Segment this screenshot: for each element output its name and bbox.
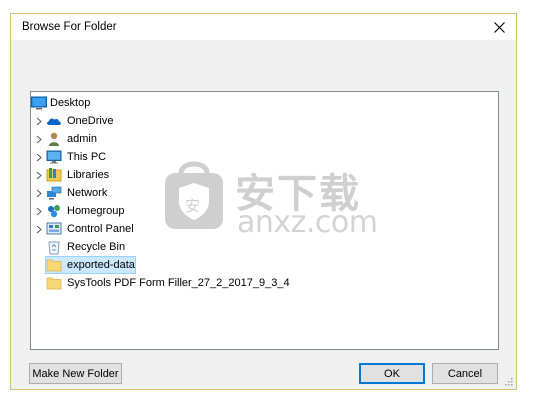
chevron-right-icon (36, 171, 42, 179)
ok-label: OK (384, 367, 400, 380)
cloud-icon (47, 118, 61, 125)
tree-item-desktop[interactable]: Desktop (31, 94, 498, 112)
desktop-icon (31, 96, 47, 110)
tree-item-label: Recycle Bin (67, 241, 126, 253)
homegroup-icon (48, 205, 60, 218)
folder-icon (46, 259, 62, 272)
chevron-right-icon (36, 207, 42, 215)
expand-chevron[interactable] (34, 220, 44, 238)
close-icon (493, 21, 505, 33)
expand-chevron[interactable] (34, 184, 44, 202)
chevron-right-icon (36, 117, 42, 125)
expand-chevron[interactable] (34, 130, 44, 148)
resize-grip-icon[interactable] (503, 376, 513, 386)
expand-chevron[interactable] (34, 112, 44, 130)
chevron-right-icon (36, 225, 42, 233)
tree-item-recycle-bin[interactable]: Recycle Bin (31, 238, 498, 256)
tree-item-label: OneDrive (67, 115, 114, 127)
tree-item-label: Homegroup (67, 205, 125, 217)
chevron-right-icon (36, 153, 42, 161)
chevron-right-icon (36, 135, 42, 143)
browse-folder-dialog: Browse For Folder Desktop OneDrive admin… (10, 13, 517, 390)
expand-chevron[interactable] (34, 166, 44, 184)
user-icon (49, 132, 59, 146)
tree-item-control-panel[interactable]: Control Panel (31, 220, 498, 238)
tree-item-homegroup[interactable]: Homegroup (31, 202, 498, 220)
tree-item-onedrive[interactable]: OneDrive (31, 112, 498, 130)
tree-item-label: Control Panel (67, 223, 134, 235)
folder-icon (46, 277, 62, 290)
tree-item-label: Libraries (67, 169, 110, 181)
tree-item-label: Network (67, 187, 108, 199)
library-icon (46, 168, 62, 182)
tree-item-admin[interactable]: admin (31, 130, 498, 148)
dialog-title: Browse For Folder (22, 21, 117, 33)
tree-item-label: admin (67, 133, 97, 145)
title-bar[interactable]: Browse For Folder (11, 14, 516, 40)
tree-item-label: This PC (67, 151, 107, 163)
network-icon (47, 186, 62, 200)
tree-item-label: SysTools PDF Form Filler_27_2_2017_9_3_4 (67, 277, 290, 289)
tree-item-this-pc[interactable]: This PC (31, 148, 498, 166)
make-new-folder-label: Make New Folder (32, 367, 119, 380)
tree-item-systools-folder[interactable]: SysTools PDF Form Filler_27_2_2017_9_3_4 (31, 274, 498, 292)
control-panel-icon (46, 222, 62, 235)
tree-item-label: exported-data (67, 259, 135, 271)
cancel-button[interactable]: Cancel (432, 363, 498, 384)
tree-item-libraries[interactable]: Libraries (31, 166, 498, 184)
recycle-bin-icon (48, 241, 60, 255)
tree-item-network[interactable]: Network (31, 184, 498, 202)
cancel-label: Cancel (447, 367, 483, 380)
make-new-folder-button[interactable]: Make New Folder (29, 363, 122, 384)
computer-icon (46, 150, 62, 164)
ok-button[interactable]: OK (359, 363, 425, 384)
folder-tree[interactable]: Desktop OneDrive admin This PC Libraries… (30, 91, 499, 350)
chevron-right-icon (36, 189, 42, 197)
expand-chevron[interactable] (34, 148, 44, 166)
tree-item-exported-data[interactable]: exported-data (31, 256, 498, 274)
close-button[interactable] (482, 14, 516, 40)
expand-chevron[interactable] (34, 202, 44, 220)
tree-item-label: Desktop (50, 97, 91, 109)
